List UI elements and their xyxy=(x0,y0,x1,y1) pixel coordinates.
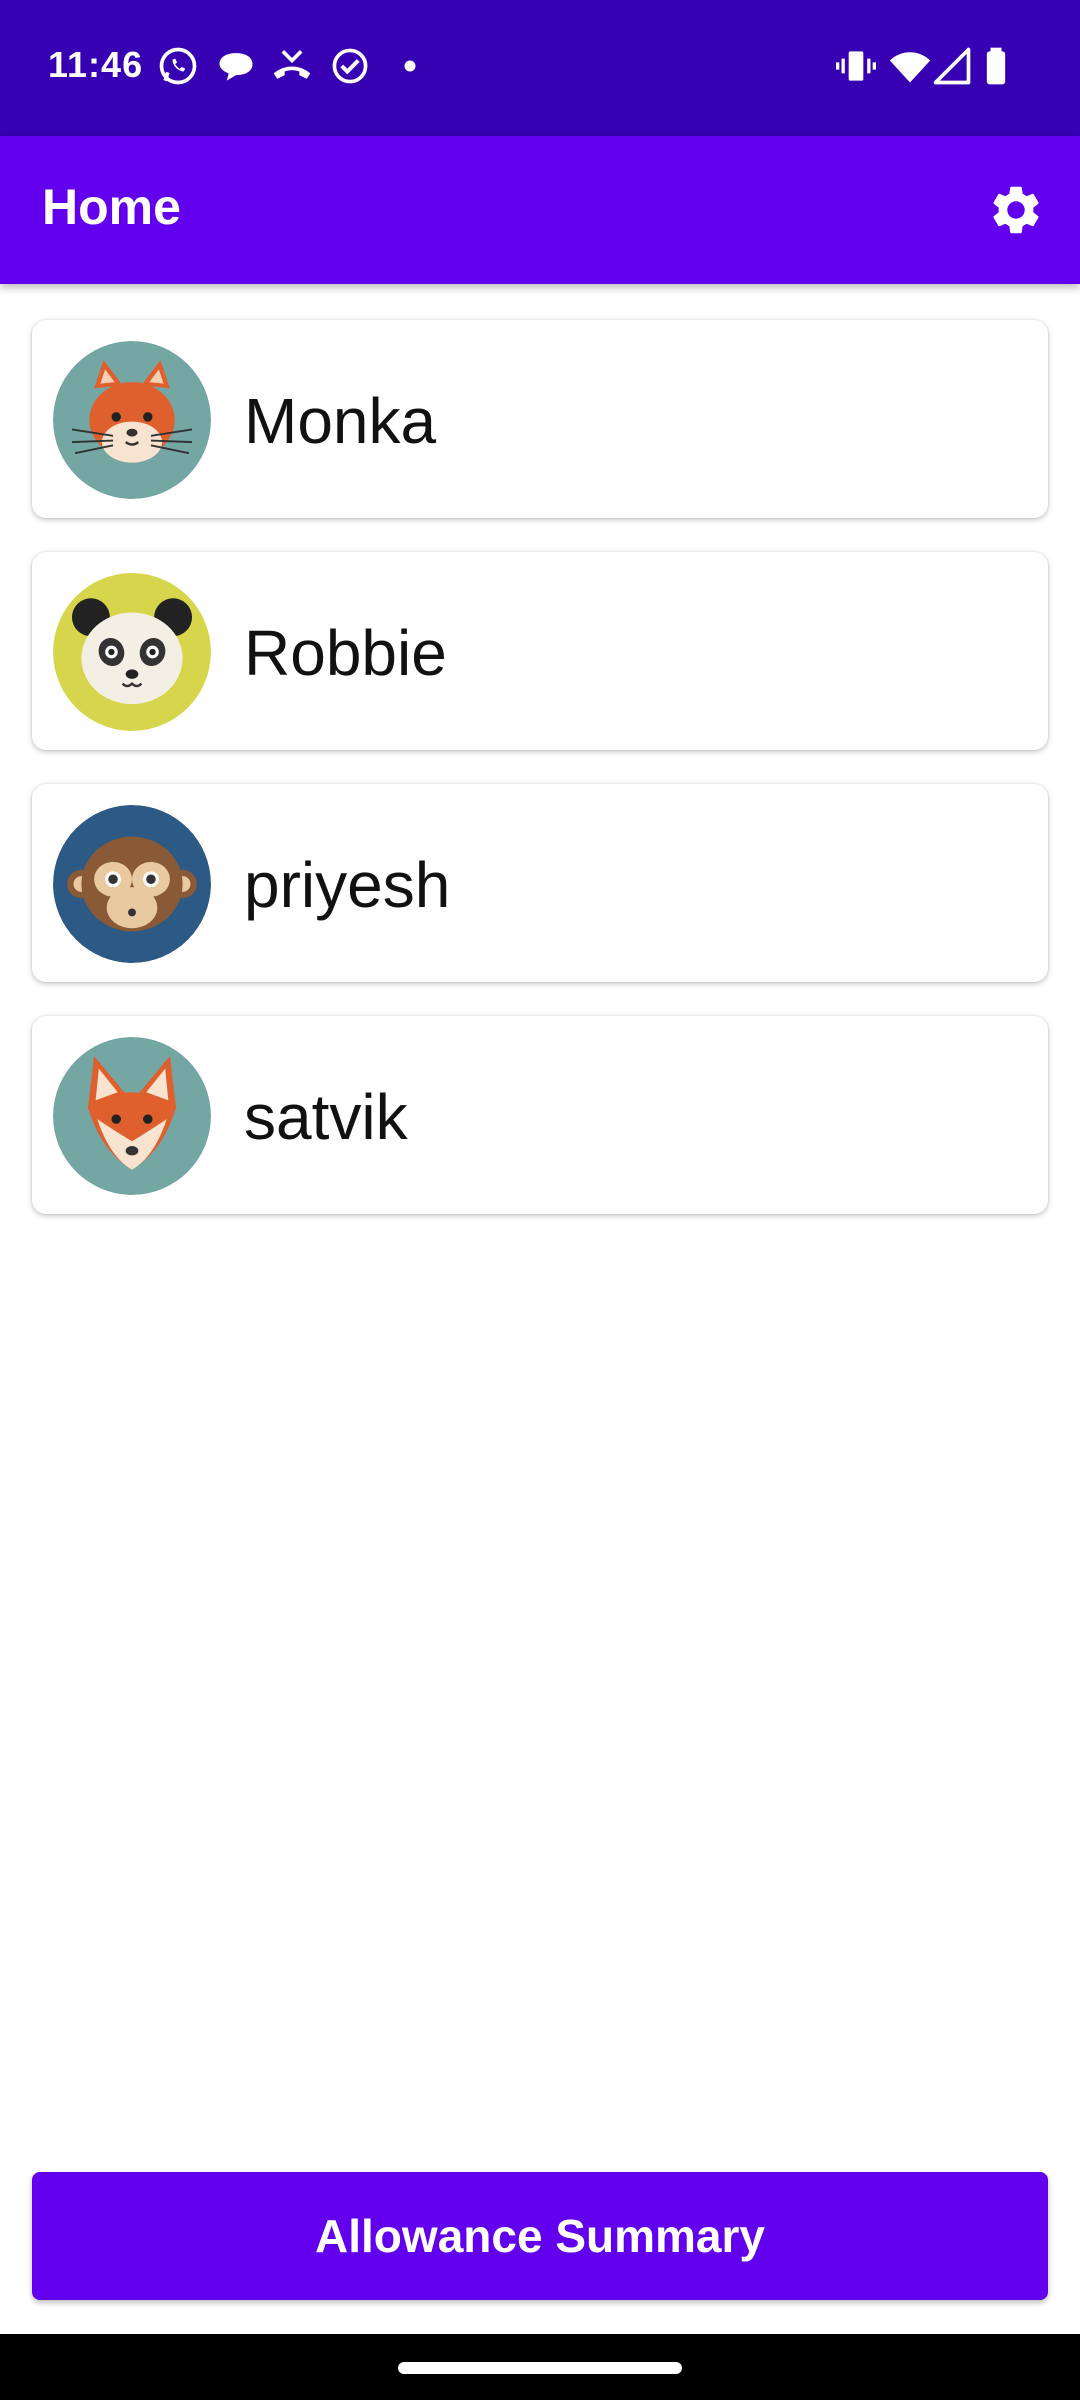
profile-name: Monka xyxy=(244,385,437,457)
whatsapp-icon xyxy=(159,47,197,85)
allowance-summary-button[interactable]: Allowance Summary xyxy=(32,2172,1048,2300)
dot-icon xyxy=(404,60,416,72)
app-bar: Home xyxy=(0,136,1080,284)
fox-icon xyxy=(53,1037,211,1195)
profile-name: satvik xyxy=(244,1081,408,1153)
panda-icon xyxy=(53,573,211,731)
signal-icon xyxy=(933,47,971,85)
navigation-bar xyxy=(0,2334,1080,2400)
wifi-icon xyxy=(889,52,931,83)
profile-card[interactable]: Robbie xyxy=(32,552,1048,750)
check-circle-icon xyxy=(332,48,368,84)
avatar xyxy=(53,805,211,963)
avatar xyxy=(53,573,211,731)
profile-card[interactable]: satvik xyxy=(32,1016,1048,1214)
missed-call-icon xyxy=(273,50,311,79)
home-gesture-handle[interactable] xyxy=(398,2362,682,2374)
vibrate-icon xyxy=(836,51,876,81)
page-title: Home xyxy=(42,179,181,235)
battery-icon xyxy=(986,47,1006,85)
profile-list: Monka Robbie priyesh satvik xyxy=(32,320,1048,1248)
settings-button[interactable] xyxy=(982,176,1050,244)
monkey-icon xyxy=(53,805,211,963)
gear-icon xyxy=(993,186,1039,234)
status-bar: 11:46 xyxy=(0,0,1080,136)
chat-bubble-icon xyxy=(219,53,253,81)
profile-card[interactable]: Monka xyxy=(32,320,1048,518)
cat-icon xyxy=(53,341,211,499)
profile-name: priyesh xyxy=(244,849,451,921)
status-time: 11:46 xyxy=(48,44,144,85)
profile-card[interactable]: priyesh xyxy=(32,784,1048,982)
avatar xyxy=(53,1037,211,1195)
avatar xyxy=(53,341,211,499)
profile-name: Robbie xyxy=(244,617,447,689)
